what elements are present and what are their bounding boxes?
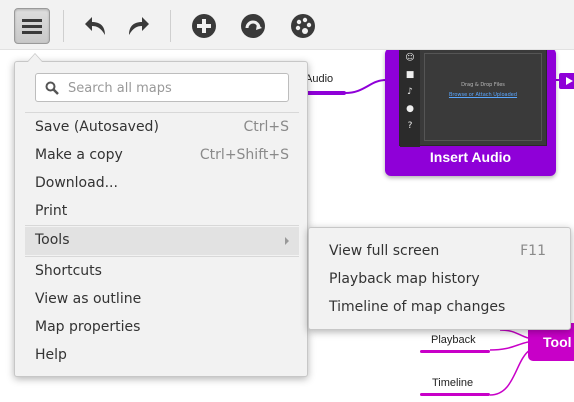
drop-links[interactable]: Browse or Attach Uploaded [425,92,541,98]
playback-branch-line [420,350,490,353]
submenu-item-shortcut: F11 [520,243,546,259]
menu-item-shortcut: Ctrl+S [243,119,289,135]
menu-item-help[interactable]: Help [25,342,299,370]
refresh-button[interactable] [236,9,270,43]
palette-icon [291,14,315,38]
toolbar [0,0,574,50]
main-menu: Save (Autosaved) Ctrl+S Make a copy Ctrl… [14,53,308,377]
audio-widget: ☺ ■ ♪ ● ? Drag & Drop Files Browse or At… [399,48,547,147]
audio-dropzone[interactable]: Drag & Drop Files Browse or Attach Uploa… [424,53,542,141]
menu-item-view-outline[interactable]: View as outline [25,286,299,314]
playback-connector [489,341,529,351]
hamburger-icon [22,19,42,34]
main-menu-button[interactable] [14,8,50,44]
smiley-icon[interactable]: ☺ [400,49,420,66]
toolbar-separator [63,10,64,42]
menu-item-label: Print [35,203,68,219]
theme-button[interactable] [286,9,320,43]
plus-circle-icon [192,14,216,38]
menu-divider [25,256,299,257]
audio-widget-sidebar: ☺ ■ ♪ ● ? [400,49,420,147]
search-input[interactable] [68,78,278,98]
submenu-item-timeline[interactable]: Timeline of map changes [309,294,570,322]
menu-item-label: Map properties [35,319,141,335]
tools-connector-top [499,329,529,339]
submenu-item-label: View full screen [329,243,440,259]
tools-submenu: View full screen F11 Playback map histor… [308,227,571,330]
undo-icon [85,17,105,35]
menu-item-label: Save (Autosaved) [35,119,159,135]
video-icon[interactable]: ■ [400,66,420,83]
timeline-connector [489,349,531,396]
drop-text: Drag & Drop Files [461,82,505,88]
menu-divider [25,112,299,113]
playback-node-label[interactable]: Playback [431,334,476,346]
undo-button[interactable] [79,9,113,43]
timeline-node-label[interactable]: Timeline [432,377,473,389]
menu-item-make-copy[interactable]: Make a copy Ctrl+Shift+S [25,142,299,170]
help-icon[interactable]: ? [400,117,420,134]
microphone-icon[interactable]: ♪ [400,83,420,100]
location-pin-icon[interactable]: ● [400,100,420,117]
toolbar-separator [170,10,171,42]
submenu-item-label: Playback map history [329,271,480,287]
submenu-item-label: Timeline of map changes [329,299,506,315]
insert-audio-node[interactable]: ☺ ■ ♪ ● ? Drag & Drop Files Browse or At… [385,48,556,176]
menu-item-download[interactable]: Download... [25,170,299,198]
menu-item-save[interactable]: Save (Autosaved) Ctrl+S [25,114,299,142]
menu-item-label: Download... [35,175,118,191]
search-box[interactable] [35,73,289,102]
play-icon [566,77,573,85]
timeline-branch-line [420,393,490,396]
menu-item-label: Shortcuts [35,263,102,279]
refresh-circle-icon [241,14,265,38]
menu-item-tools[interactable]: Tools [25,227,299,255]
menu-divider [25,225,299,226]
menu-item-label: View as outline [35,291,142,307]
audio-node-label[interactable]: Audio [305,73,333,85]
menu-item-print[interactable]: Print [25,198,299,226]
chevron-right-icon [285,237,289,245]
add-node-button[interactable] [187,9,221,43]
submenu-item-playback-history[interactable]: Playback map history [309,266,570,294]
menu-item-shortcuts[interactable]: Shortcuts [25,258,299,286]
search-icon [45,81,59,95]
redo-icon [129,17,149,35]
menu-item-shortcut: Ctrl+Shift+S [199,147,289,163]
menu-item-map-properties[interactable]: Map properties [25,314,299,342]
menu-item-label: Make a copy [35,147,123,163]
menu-item-label: Help [35,347,67,363]
play-node[interactable] [559,73,574,89]
insert-audio-title: Insert Audio [429,149,512,165]
submenu-item-full-screen[interactable]: View full screen F11 [309,238,570,266]
redo-button[interactable] [121,9,155,43]
menu-item-label: Tools [35,232,70,248]
